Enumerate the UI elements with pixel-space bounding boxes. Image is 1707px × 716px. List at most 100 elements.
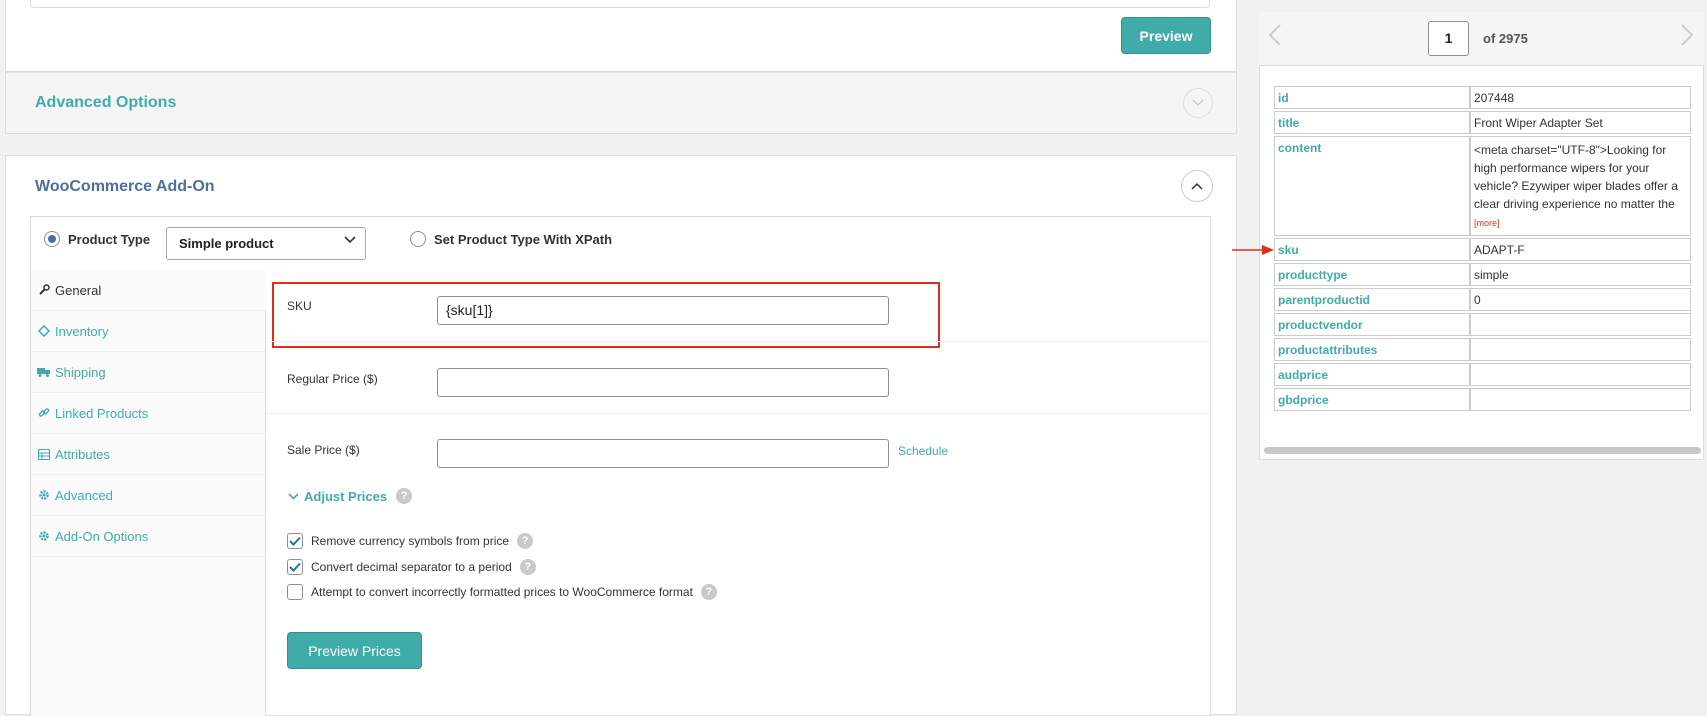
adjust-prices-toggle[interactable]: Adjust Prices ? [288,488,413,504]
table-row: title Front Wiper Adapter Set [1274,111,1691,134]
tab-label: Attributes [55,446,110,462]
tab-add-on-options[interactable]: Add-On Options [31,516,266,557]
divider [266,413,1211,414]
record-table: id 207448 title Front Wiper Adapter Set … [1274,84,1691,413]
help-icon[interactable]: ? [396,488,413,504]
woocommerce-addon-toggle[interactable] [1181,170,1213,202]
schedule-link[interactable]: Schedule [898,444,948,458]
gear-icon [37,488,51,502]
option-convert-format[interactable]: Attempt to convert incorrectly formatted… [287,584,717,600]
field-key[interactable]: title [1274,111,1470,134]
truck-icon [37,365,51,379]
option-label: Attempt to convert incorrectly formatted… [311,585,693,599]
chevron-up-icon [1191,182,1203,190]
chevron-down-icon [288,492,299,500]
more-link[interactable]: [more] [1474,218,1500,228]
table-row: id 207448 [1274,86,1691,109]
field-value: 0 [1470,288,1691,311]
chevron-down-icon [1192,99,1204,107]
field-key[interactable]: audprice [1274,363,1470,386]
tab-label: Advanced [55,487,113,503]
advanced-options-title[interactable]: Advanced Options [35,94,176,112]
regular-price-input[interactable] [437,368,889,397]
field-key[interactable]: productvendor [1274,313,1470,336]
import-settings-panel [5,0,1237,72]
tab-attributes[interactable]: Attributes [31,434,266,475]
tab-inventory[interactable]: Inventory [31,311,266,352]
field-value: ADAPT-F [1470,238,1691,261]
tab-general[interactable]: General [31,270,266,311]
product-data-tabs: General Inventory Shipping Linked Produc… [31,270,266,716]
horizontal-scrollbar[interactable] [1264,447,1701,454]
tab-advanced[interactable]: Advanced [31,475,266,516]
advanced-options-panel[interactable] [5,72,1237,134]
help-icon[interactable]: ? [700,584,717,600]
help-icon[interactable]: ? [519,559,536,575]
sale-price-label: Sale Price ($) [287,443,360,457]
advanced-options-toggle[interactable] [1183,88,1213,118]
checkbox[interactable] [287,533,303,549]
divider [266,341,1211,342]
adjust-prices-label: Adjust Prices [304,488,388,504]
field-value [1470,338,1691,361]
tag-icon [37,324,51,338]
xpath-product-type-label: Set Product Type With XPath [434,232,613,247]
table-row: audprice [1274,363,1691,386]
table-row: gbdprice [1274,388,1691,411]
link-icon [37,406,51,420]
checkbox[interactable] [287,559,303,575]
table-row: productattributes [1274,338,1691,361]
page-number-input[interactable]: 1 [1428,21,1469,56]
red-arrow-icon [1232,245,1274,255]
radio-dot [48,235,56,243]
tab-label: General [55,282,102,298]
preview-button[interactable]: Preview [1121,17,1211,54]
checkbox[interactable] [287,584,303,600]
table-row: content <meta charset="UTF-8">Looking fo… [1274,136,1691,236]
field-key[interactable]: sku [1274,238,1470,261]
preview-prices-button[interactable]: Preview Prices [287,632,422,669]
checkmark-icon [289,536,301,546]
chevron-right-icon[interactable] [1680,23,1694,47]
field-key[interactable]: parentproductid [1274,288,1470,311]
sale-price-input[interactable] [437,439,889,468]
tab-label: Add-On Options [55,528,149,544]
tab-shipping[interactable]: Shipping [31,352,266,393]
product-type-radio[interactable] [44,231,60,247]
table-row: sku ADAPT-F [1274,238,1691,261]
table-icon [37,447,51,461]
field-value [1470,313,1691,336]
table-row: producttype simple [1274,263,1691,286]
option-label: Remove currency symbols from price [311,534,510,548]
wrench-icon [37,283,51,297]
option-remove-currency[interactable]: Remove currency symbols from price ? [287,533,534,549]
field-value: Front Wiper Adapter Set [1470,111,1691,134]
sku-highlight-box [272,282,940,348]
help-icon[interactable]: ? [517,533,534,549]
table-row: productvendor [1274,313,1691,336]
product-type-select[interactable]: Simple product [166,227,366,260]
field-key[interactable]: id [1274,86,1470,109]
table-row: parentproductid 0 [1274,288,1691,311]
field-value [1470,388,1691,411]
option-convert-decimal[interactable]: Convert decimal separator to a period ? [287,559,536,575]
field-value: <meta charset="UTF-8">Looking for high p… [1470,136,1691,236]
field-value: 207448 [1470,86,1691,109]
regular-price-label: Regular Price ($) [287,372,378,386]
woocommerce-addon-title: WooCommerce Add-On [35,178,215,195]
page-count: of 2975 [1483,31,1528,46]
chevron-left-icon[interactable] [1268,23,1282,47]
gear-icon [37,529,51,543]
tab-linked-products[interactable]: Linked Products [31,393,266,434]
field-key[interactable]: content [1274,136,1470,236]
field-key[interactable]: productattributes [1274,338,1470,361]
field-key[interactable]: producttype [1274,263,1470,286]
product-type-label: Product Type [68,232,151,247]
xpath-product-type-radio[interactable] [410,231,426,247]
field-value [1470,363,1691,386]
option-label: Convert decimal separator to a period [311,560,512,574]
tab-label: Inventory [55,323,109,339]
content-text: <meta charset="UTF-8">Looking for high p… [1474,143,1678,211]
checkmark-icon [289,562,301,572]
field-key[interactable]: gbdprice [1274,388,1470,411]
